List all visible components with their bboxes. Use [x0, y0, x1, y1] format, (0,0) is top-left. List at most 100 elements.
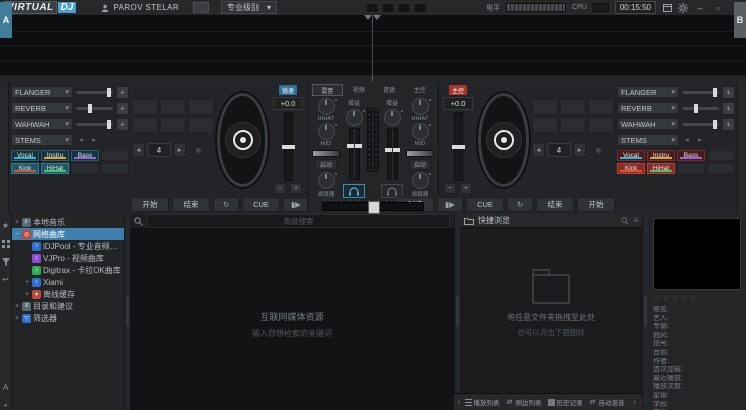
user-account-button[interactable]: PAROV STELAR [100, 3, 179, 13]
master-deck-badge[interactable]: 主控 [449, 85, 467, 95]
loop-double-button[interactable]: ▸ [573, 143, 586, 157]
fx-select-flanger[interactable]: FLANGER▾ [617, 86, 679, 98]
deck-a-tab[interactable]: A [0, 2, 12, 38]
eq-high-knob[interactable] [318, 98, 335, 115]
stem-pad-vocal[interactable]: Vocal [617, 150, 645, 161]
back-arrow-icon[interactable]: ↩ [1, 275, 10, 284]
pitch-plus-button[interactable]: + [460, 183, 472, 194]
loop-in-button[interactable]: 开始 [131, 197, 169, 212]
pitch-minus-button[interactable]: − [274, 183, 286, 194]
gain-knob[interactable] [346, 109, 363, 126]
hotcue-pad[interactable] [160, 117, 186, 133]
stem-pad-kick[interactable]: Kick [11, 163, 39, 174]
tab-scratch[interactable]: 搓盘 [375, 84, 404, 94]
star-icon[interactable]: ☆ [671, 294, 678, 303]
stems-select[interactable]: STEMS▾ [11, 134, 73, 146]
fx-add-button[interactable]: + [116, 102, 129, 115]
tab-master[interactable]: 主控 [406, 84, 435, 94]
folder-item-digitrax[interactable]: ♪ Digitrax - 卡拉OK曲库 [12, 264, 124, 276]
eq-mid-knob[interactable] [318, 123, 335, 140]
tab-mixer[interactable]: 混音 [312, 84, 343, 96]
minimize-button[interactable]: – [694, 2, 706, 13]
history-toggle-button[interactable]: 历史记录 [546, 396, 585, 408]
fx-add-button[interactable]: + [722, 102, 735, 115]
favorites-star-icon[interactable]: ★ [1, 221, 10, 230]
font-size-icon[interactable]: A [1, 383, 10, 392]
calendar-icon[interactable] [662, 3, 672, 13]
star-icon[interactable]: ☆ [690, 294, 697, 303]
options-dot-icon[interactable]: • [1, 401, 10, 410]
stems-page-left-icon[interactable]: ◂ [682, 135, 692, 145]
folder-item-xiami[interactable]: + ♪ Xiami [12, 276, 124, 288]
loop-out-button[interactable]: 结束 [172, 197, 210, 212]
stem-pad-empty[interactable] [101, 150, 129, 161]
loop-size-value[interactable]: 4 [547, 143, 571, 157]
star-icon[interactable]: ☆ [653, 294, 660, 303]
stem-pad-empty[interactable] [707, 150, 735, 161]
star-icon[interactable]: ☆ [662, 294, 669, 303]
loop-out-button[interactable]: 结束 [536, 197, 574, 212]
mic-on-button[interactable]: 启动 [315, 159, 337, 170]
hotcue-pad[interactable] [560, 99, 586, 115]
loop-icon[interactable]: ↻ [213, 197, 239, 212]
pitch-plus-button[interactable]: + [290, 183, 302, 194]
maximize-button[interactable]: ▫ [712, 2, 724, 13]
menu-icon[interactable]: ≡ [633, 216, 638, 225]
hotcue-pad[interactable] [532, 117, 558, 133]
folder-item-filters[interactable]: + ▽ 筛选器 [12, 312, 124, 324]
fx-amount-slider[interactable] [76, 107, 113, 110]
gain-knob[interactable] [384, 109, 401, 126]
fx-select-flanger[interactable]: FLANGER▾ [11, 86, 73, 98]
loop-size-value[interactable]: 4 [147, 143, 171, 157]
keylock-badge[interactable]: 锁速 [279, 85, 297, 95]
filter-funnel-icon[interactable] [1, 257, 10, 266]
stem-pad-empty[interactable] [71, 163, 99, 174]
search-icon[interactable] [621, 217, 629, 225]
layout-icon[interactable] [383, 4, 394, 12]
folder-item-local-music[interactable]: + ♬ 本地音乐 [12, 216, 124, 228]
stem-pad-vocal[interactable]: Vocal [11, 150, 39, 161]
folder-item-offline-cache[interactable]: + ▾ 离线缓存 [12, 288, 124, 300]
loop-half-button[interactable]: ◂ [532, 143, 545, 157]
folder-item-catalogs[interactable]: + ≡ 目录和建议 [12, 300, 124, 312]
loop-in-button[interactable]: 开始 [577, 197, 615, 212]
fx-add-button[interactable]: + [116, 118, 129, 131]
stem-pad-empty[interactable] [707, 163, 735, 174]
hotcue-pad[interactable] [588, 117, 614, 133]
deck-b-tab[interactable]: B [734, 2, 746, 38]
fx-amount-slider[interactable] [682, 91, 719, 94]
hotcue-pad[interactable] [588, 99, 614, 115]
jog-wheel[interactable] [217, 93, 268, 187]
channel-1-headphones-button[interactable] [343, 184, 365, 198]
hotcue-pad[interactable] [188, 99, 214, 115]
stem-pad-empty[interactable] [101, 163, 129, 174]
views-grid-icon[interactable] [1, 239, 10, 248]
loop-half-button[interactable]: ◂ [132, 143, 145, 157]
crossfader[interactable] [322, 202, 424, 211]
channel-2-volume-fader[interactable] [387, 128, 398, 180]
waveform-display[interactable] [0, 16, 746, 76]
eq-high-knob[interactable] [412, 98, 429, 115]
stem-pad-bass[interactable]: Bass [71, 150, 99, 161]
fx-select-reverb[interactable]: REVERB▾ [11, 102, 73, 114]
fx-amount-slider[interactable] [76, 123, 113, 126]
loop-double-button[interactable]: ▸ [173, 143, 186, 157]
mode-select[interactable]: 专业级别 ▾ [221, 1, 277, 14]
rating-stars[interactable]: ☆ ☆ ☆ ☆ ☆ [653, 294, 741, 303]
search-input[interactable] [147, 214, 450, 228]
eq-mid-knob[interactable] [412, 123, 429, 140]
stem-pad-instru[interactable]: Instru [41, 150, 69, 161]
hotcue-pad[interactable] [532, 99, 558, 115]
cue-button[interactable]: CUE [466, 197, 504, 212]
stem-pad-hihat[interactable]: HiHat [647, 163, 675, 174]
folder-item-idjpool[interactable]: ♪ iDJPool - 专业音频和混音 [12, 240, 124, 252]
automix-toggle-button[interactable]: ⇄ 自动混音 [587, 396, 627, 408]
note-icon[interactable]: ♪ [457, 398, 461, 406]
cue-button[interactable]: CUE [242, 197, 280, 212]
hotcue-pad[interactable] [160, 99, 186, 115]
stems-page-right-icon[interactable]: ▸ [89, 135, 99, 145]
tab-video[interactable]: 视频 [345, 84, 374, 94]
stem-pad-instru[interactable]: Instru [647, 150, 675, 161]
fx-add-button[interactable]: + [722, 86, 735, 99]
fx-amount-slider[interactable] [682, 123, 719, 126]
